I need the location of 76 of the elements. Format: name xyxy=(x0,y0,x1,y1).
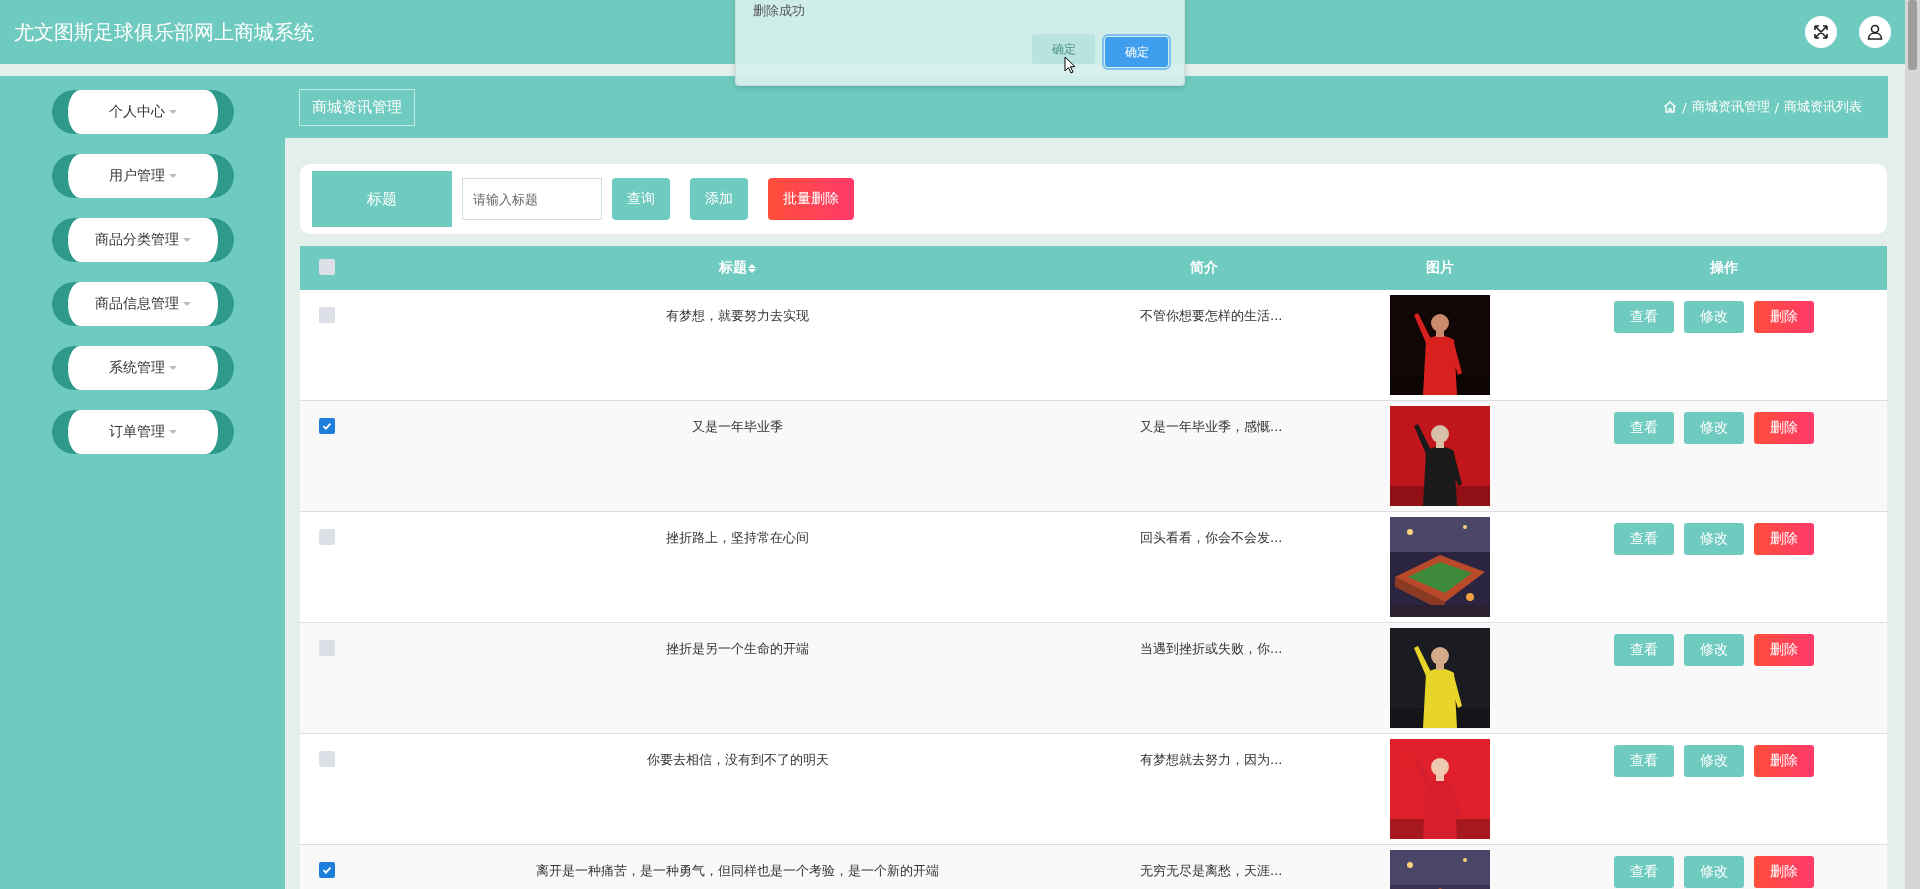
check-icon xyxy=(321,864,333,876)
checkbox[interactable] xyxy=(319,258,335,275)
home-icon[interactable] xyxy=(1663,100,1678,114)
caret-icon xyxy=(182,238,191,242)
caret-icon xyxy=(168,430,177,434)
table-cell-text: 不管你想要怎样的生活... xyxy=(1139,307,1284,325)
menu-item[interactable]: 商品分类管理 xyxy=(51,218,234,262)
confirm-button[interactable]: 确定 xyxy=(1105,37,1168,67)
action-button[interactable]: 修改 xyxy=(1683,856,1744,888)
table-cell-text: 又是一年毕业季 xyxy=(692,418,783,436)
fullscreen-icon[interactable] xyxy=(1805,16,1837,48)
breadcrumb-separator: / xyxy=(1774,99,1779,115)
menu-item[interactable]: 系统管理 xyxy=(51,346,234,390)
column-header: 图片 xyxy=(1426,259,1454,277)
action-button[interactable]: 查看 xyxy=(1613,523,1674,555)
confirm-button[interactable]: 确定 xyxy=(1032,34,1095,64)
table-cell-text: 无穷无尽是离愁，天涯... xyxy=(1139,862,1284,880)
sort-icon[interactable] xyxy=(748,263,756,273)
table-cell-text: 有梦想，就要努力去实现 xyxy=(666,307,809,325)
check-icon xyxy=(321,420,333,432)
checkbox[interactable] xyxy=(319,751,335,767)
table-cell-text: 当遇到挫折或失败，你... xyxy=(1139,640,1284,658)
action-button[interactable]: 查看 xyxy=(1613,856,1674,888)
breadcrumb-link[interactable]: 商城资讯列表 xyxy=(1784,98,1862,116)
action-button[interactable]: 添加 xyxy=(690,178,748,220)
page-title: 商城资讯管理 xyxy=(299,88,415,126)
delete-button[interactable]: 删除 xyxy=(1753,523,1814,555)
column-header[interactable]: 标题 xyxy=(719,259,747,277)
dialog-message: 删除成功 xyxy=(753,2,805,20)
app-title: 尤文图斯足球俱乐部网上商城系统 xyxy=(14,18,315,46)
delete-button[interactable]: 删除 xyxy=(1753,412,1814,444)
menu-item[interactable]: 订单管理 xyxy=(51,410,234,454)
delete-button[interactable]: 删除 xyxy=(1753,634,1814,666)
action-button[interactable]: 修改 xyxy=(1683,412,1744,444)
column-header: 操作 xyxy=(1709,259,1738,277)
breadcrumb-link[interactable]: 商城资讯管理 xyxy=(1691,98,1770,116)
menu-item[interactable]: 个人中心 xyxy=(51,90,234,134)
checkbox[interactable] xyxy=(319,640,335,656)
action-button[interactable]: 修改 xyxy=(1683,634,1744,666)
action-button[interactable]: 修改 xyxy=(1683,523,1744,555)
scrollbar-thumb[interactable] xyxy=(1908,0,1917,70)
caret-icon xyxy=(168,174,177,178)
caret-icon xyxy=(168,110,177,114)
user-icon[interactable] xyxy=(1859,16,1891,48)
checkbox[interactable] xyxy=(319,307,335,323)
caret-icon xyxy=(182,302,191,306)
action-button[interactable]: 查看 xyxy=(1613,745,1674,777)
action-button[interactable]: 修改 xyxy=(1683,745,1744,777)
field-label: 标题 xyxy=(312,171,452,227)
action-button[interactable]: 查询 xyxy=(612,178,670,220)
title-search-field[interactable]: 请输入标题 xyxy=(462,178,602,220)
delete-button[interactable]: 删除 xyxy=(1753,301,1814,333)
action-button[interactable]: 查看 xyxy=(1613,412,1674,444)
batch-delete-button[interactable]: 批量删除 xyxy=(768,178,854,220)
table-cell-text: 挫折是另一个生命的开端 xyxy=(666,640,809,658)
table-cell-text: 离开是一种痛苦，是一种勇气，但同样也是一个考验，是一个新的开端 xyxy=(536,862,939,880)
action-button[interactable]: 修改 xyxy=(1683,301,1744,333)
caret-icon xyxy=(168,366,177,370)
breadcrumb-separator: / xyxy=(1682,99,1687,115)
table-cell-text: 挫折路上，坚持常在心间 xyxy=(666,529,809,547)
delete-button[interactable]: 删除 xyxy=(1753,856,1814,888)
menu-item[interactable]: 商品信息管理 xyxy=(51,282,234,326)
checkbox[interactable] xyxy=(319,862,335,878)
scrollbar[interactable] xyxy=(1905,0,1920,889)
column-header: 简介 xyxy=(1190,259,1218,277)
table-cell-text: 你要去相信，没有到不了的明天 xyxy=(646,751,829,769)
cursor-icon xyxy=(1064,56,1076,74)
table-cell-text: 回头看看，你会不会发... xyxy=(1139,529,1284,547)
delete-button[interactable]: 删除 xyxy=(1753,745,1814,777)
table-cell-text: 有梦想就去努力，因为... xyxy=(1139,751,1284,769)
action-button[interactable]: 查看 xyxy=(1613,301,1674,333)
menu-item[interactable]: 用户管理 xyxy=(51,154,234,198)
table-cell-text: 又是一年毕业季，感慨... xyxy=(1139,418,1284,436)
action-button[interactable]: 查看 xyxy=(1613,634,1674,666)
checkbox[interactable] xyxy=(319,529,335,545)
checkbox[interactable] xyxy=(319,418,335,434)
